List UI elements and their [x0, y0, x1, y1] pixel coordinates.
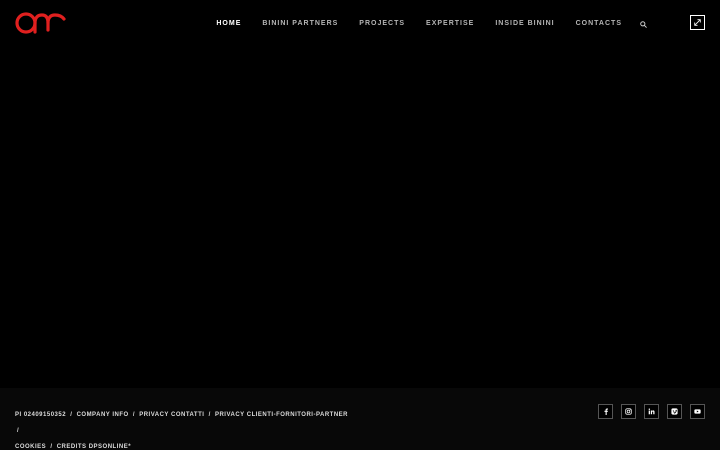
page: HOME BININI PARTNERS PROJECTS EXPERTISE …: [0, 0, 720, 450]
hero-stage: [0, 46, 720, 388]
footer-separator: /: [208, 412, 211, 418]
linkedin-icon: [648, 408, 655, 415]
menu-toggle-button[interactable]: [690, 15, 705, 30]
vimeo-button[interactable]: [667, 404, 682, 419]
binini-logo-icon[interactable]: [15, 10, 67, 36]
footer-separator: /: [132, 412, 136, 418]
search-button[interactable]: [638, 19, 648, 29]
search-icon: [639, 20, 647, 28]
footer-link-cookies[interactable]: COOKIES: [15, 444, 46, 450]
footer-link-credits[interactable]: CREDITS DPSONLINE*: [57, 444, 131, 450]
youtube-button[interactable]: [690, 404, 705, 419]
nav-item-projects[interactable]: PROJECTS: [359, 18, 405, 30]
expand-icon: [694, 19, 701, 26]
youtube-icon: [694, 409, 701, 414]
footer-link-privacy-clienti[interactable]: PRIVACY CLIENTI-FORNITORI-PARTNER: [215, 412, 348, 418]
footer-vat-number: PI 02409150352: [15, 412, 67, 418]
social-links: [590, 404, 705, 419]
instagram-button[interactable]: [621, 404, 636, 419]
linkedin-button[interactable]: [644, 404, 659, 419]
site-header: HOME BININI PARTNERS PROJECTS EXPERTISE …: [0, 0, 720, 46]
footer-separator: /: [50, 444, 53, 450]
facebook-button[interactable]: [598, 404, 613, 419]
instagram-icon: [625, 408, 632, 415]
footer-link-privacy-contatti[interactable]: PRIVACY CONTATTI: [139, 412, 204, 418]
footer-link-company-info[interactable]: COMPANY INFO: [77, 412, 129, 418]
nav-item-home[interactable]: HOME: [216, 18, 241, 30]
facebook-icon: [603, 408, 608, 415]
vimeo-icon: [671, 408, 678, 415]
footer-links: PI 02409150352 / COMPANY INFO / PRIVACY …: [15, 407, 355, 450]
nav-item-inside-binini[interactable]: INSIDE BININI: [495, 18, 554, 30]
site-footer: PI 02409150352 / COMPANY INFO / PRIVACY …: [0, 388, 720, 450]
main-nav: HOME BININI PARTNERS PROJECTS EXPERTISE …: [216, 18, 648, 30]
footer-separator: /: [70, 412, 73, 418]
nav-item-expertise[interactable]: EXPERTISE: [426, 18, 474, 30]
nav-item-binini-partners[interactable]: BININI PARTNERS: [262, 18, 338, 30]
footer-separator: /: [17, 428, 20, 434]
nav-item-contacts[interactable]: CONTACTS: [576, 18, 622, 30]
